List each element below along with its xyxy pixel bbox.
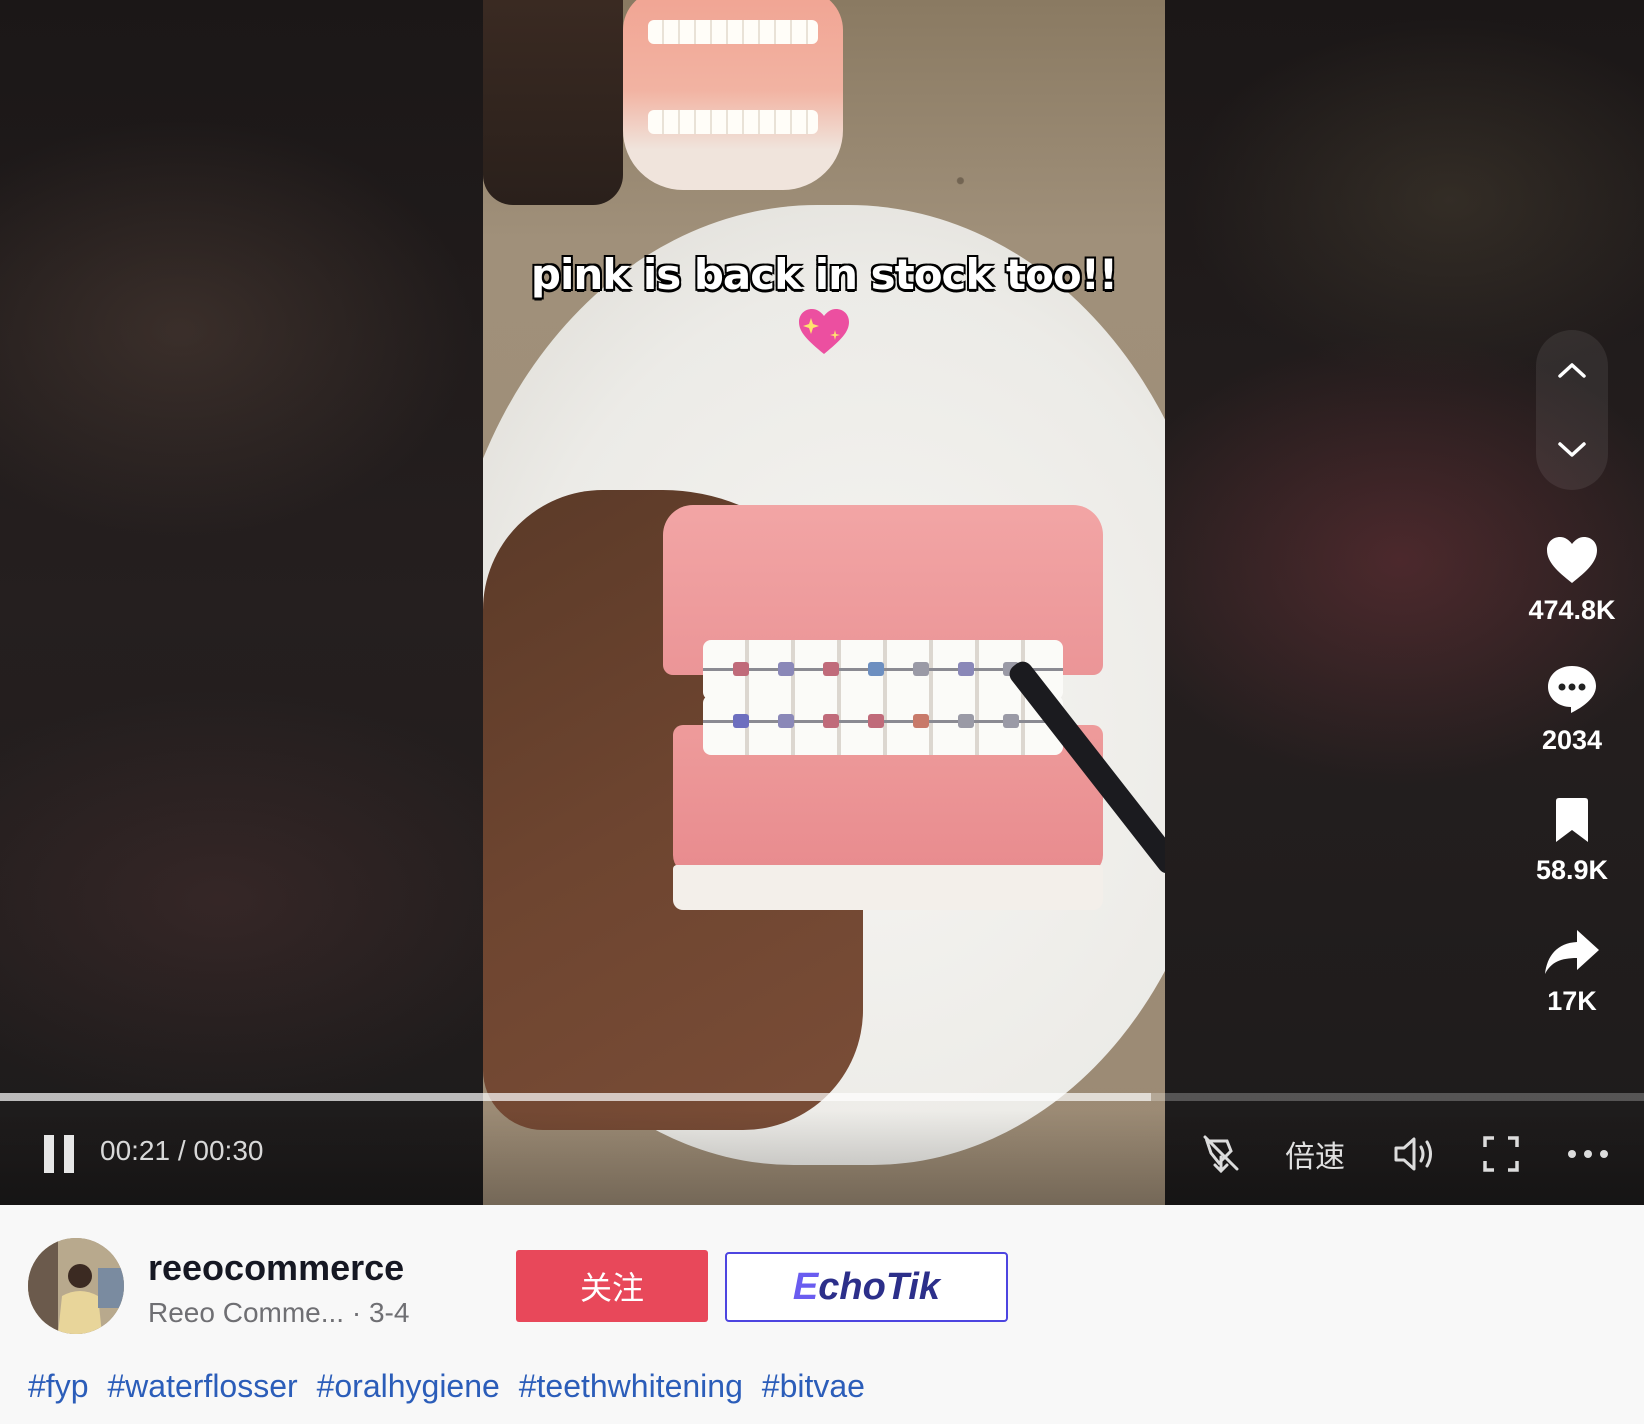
pause-button[interactable] [42, 1135, 76, 1173]
hashtag-list: #fyp #waterflosser #oralhygiene #teethwh… [28, 1368, 875, 1405]
fullscreen-icon [1483, 1136, 1519, 1172]
playback-speed-button[interactable]: 倍速 [1280, 1130, 1350, 1178]
bookmark-icon [1556, 798, 1588, 842]
share-icon [1545, 930, 1599, 974]
share-action[interactable]: 17K [1502, 928, 1642, 1017]
heart-icon [1547, 537, 1597, 583]
chevron-down-icon [1558, 442, 1586, 457]
like-count: 474.8K [1528, 595, 1616, 625]
video-caption: pink is back in stock too!! [530, 250, 1118, 299]
player-controls: 00:21 / 00:30 倍速 [0, 1110, 1644, 1205]
save-action[interactable]: 58.9K [1502, 797, 1642, 886]
comment-count: 2034 [1541, 725, 1603, 755]
video-player[interactable]: pink is back in stock too!! 474.8K 2034 [0, 0, 1644, 1205]
volume-icon [1394, 1137, 1432, 1171]
share-count: 17K [1547, 986, 1597, 1016]
chevron-up-icon [1558, 363, 1586, 378]
video-frame[interactable] [483, 0, 1165, 1205]
comment-action[interactable]: 2034 [1502, 663, 1642, 756]
bottle [483, 0, 623, 205]
video-navigation [1536, 330, 1608, 490]
fullscreen-button[interactable] [1475, 1130, 1527, 1178]
hashtag-link[interactable]: #oralhygiene [317, 1368, 500, 1404]
author-meta: Reeo Comme... · 3-4 [148, 1297, 409, 1329]
like-action[interactable]: 474.8K [1502, 535, 1642, 626]
avatar[interactable] [28, 1238, 124, 1334]
sparkling-heart-icon [799, 309, 849, 354]
auto-scroll-button[interactable] [1195, 1130, 1249, 1178]
more-icon [1568, 1150, 1608, 1158]
comment-icon [1548, 666, 1596, 713]
next-video-button[interactable] [1536, 420, 1608, 480]
save-count: 58.9K [1535, 855, 1609, 885]
more-options-button[interactable] [1565, 1130, 1611, 1178]
follow-button[interactable]: 关注 [516, 1250, 708, 1322]
hashtag-link[interactable]: #waterflosser [107, 1368, 297, 1404]
echotik-button[interactable]: EchoTik [725, 1252, 1008, 1322]
progress-bar[interactable] [0, 1093, 1644, 1101]
hashtag-link[interactable]: #teethwhitening [519, 1368, 743, 1404]
previous-video-button[interactable] [1536, 340, 1608, 400]
avatar-photo [28, 1238, 124, 1334]
progress-fill [0, 1093, 1151, 1101]
author-display-name: Reeo Comme... [148, 1297, 345, 1328]
echotik-logo-letter: E [792, 1265, 819, 1308]
background-teeth-model [623, 0, 843, 190]
author-username[interactable]: reeocommerce [148, 1247, 404, 1289]
playback-time: 00:21 / 00:30 [100, 1135, 264, 1166]
echotik-label: choTik [818, 1265, 941, 1308]
post-date: · 3-4 [344, 1297, 410, 1328]
video-info: reeocommerce Reeo Comme... · 3-4 关注 Echo… [0, 1205, 1644, 1424]
hashtag-link[interactable]: #fyp [28, 1368, 88, 1404]
hashtag-link[interactable]: #bitvae [762, 1368, 865, 1404]
auto-scroll-icon [1203, 1135, 1239, 1174]
volume-button[interactable] [1385, 1130, 1445, 1178]
